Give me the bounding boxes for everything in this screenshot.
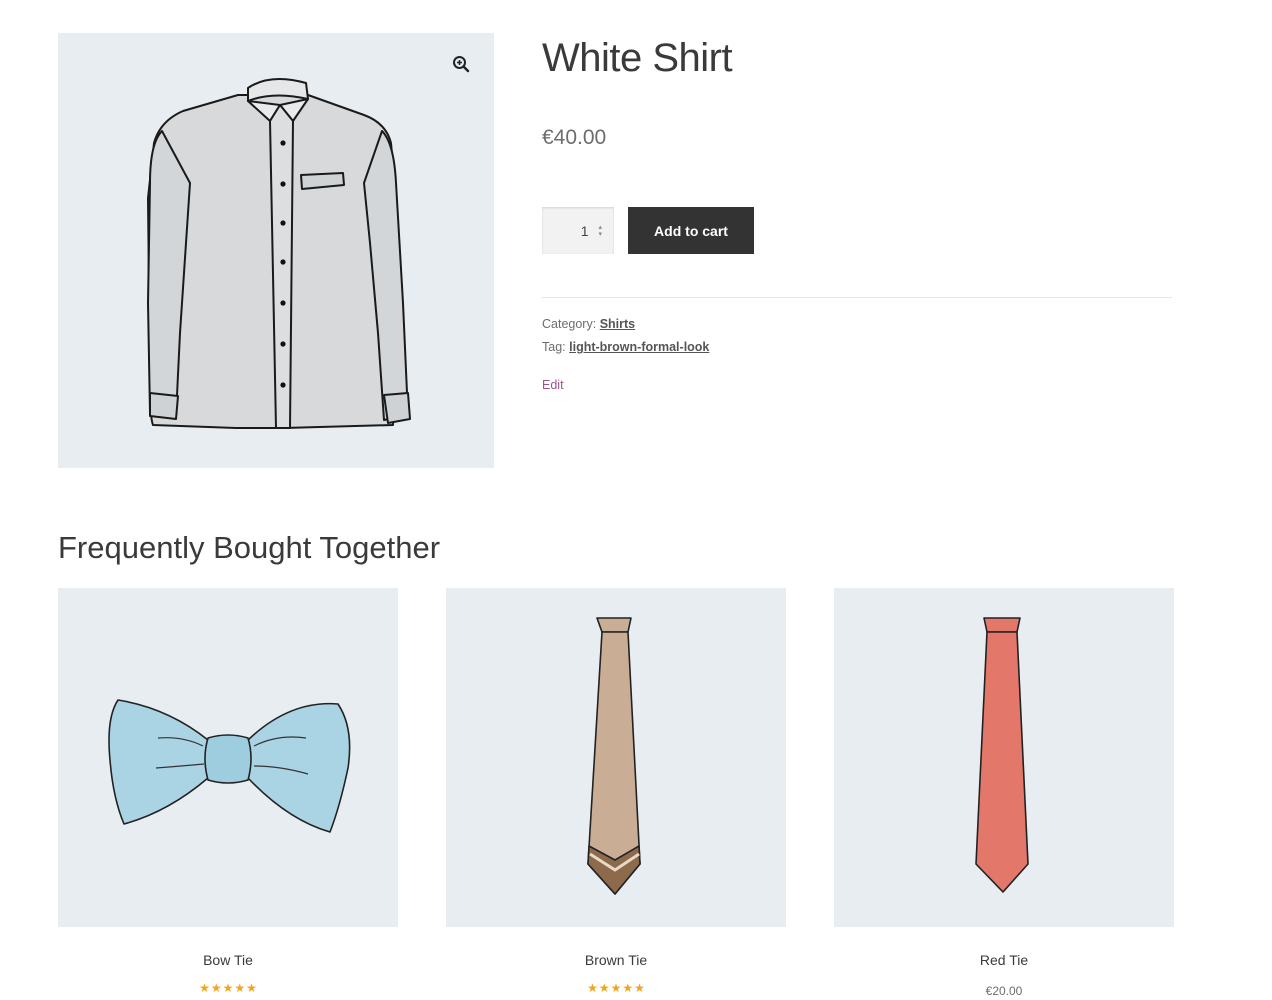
chevron-up-icon[interactable]: ▴ [598, 224, 602, 231]
magnifier-plus-icon [453, 56, 470, 73]
quantity-value: 1 [580, 222, 589, 239]
star-icon: ★ [234, 981, 246, 995]
star-icon: ★ [610, 981, 622, 995]
category-label: Category: [542, 317, 597, 331]
white-shirt-illustration [147, 78, 411, 429]
star-icon: ★ [634, 981, 645, 995]
edit-link[interactable]: Edit [542, 378, 564, 392]
star-icon: ★ [622, 981, 634, 995]
star-rating: ★ ★ ★ ★ ★ [58, 981, 398, 995]
tag-link[interactable]: light-brown-formal-look [569, 340, 709, 354]
category-link[interactable]: Shirts [600, 317, 635, 331]
product-tag: Tag: light-brown-formal-look [542, 340, 709, 354]
related-product-image[interactable] [446, 588, 786, 927]
product-category: Category: Shirts [542, 317, 635, 331]
related-product-image[interactable] [58, 588, 398, 927]
star-icon: ★ [246, 981, 257, 995]
chevron-down-icon[interactable]: ▾ [598, 231, 602, 238]
brown-tie-illustration [587, 617, 641, 895]
red-tie-illustration [975, 617, 1029, 893]
star-icon: ★ [210, 981, 222, 995]
star-icon: ★ [598, 981, 610, 995]
product-image[interactable] [58, 33, 494, 468]
product-price: €40.00 [542, 126, 607, 149]
quantity-stepper[interactable]: 1 ▴ ▾ [542, 207, 614, 254]
zoom-button[interactable] [440, 43, 482, 85]
star-icon: ★ [587, 981, 598, 995]
quantity-spinner[interactable]: ▴ ▾ [598, 224, 602, 238]
related-product-price: €20.00 [985, 984, 1023, 998]
star-icon: ★ [222, 981, 234, 995]
related-product-name[interactable]: Bow Tie [58, 952, 398, 968]
star-rating: ★ ★ ★ ★ ★ [446, 981, 786, 995]
related-product-image[interactable] [834, 588, 1174, 927]
product-title: White Shirt [542, 36, 733, 80]
related-product-name[interactable]: Red Tie [834, 952, 1174, 968]
product-page: White Shirt €40.00 1 ▴ ▾ Add to cart Cat… [0, 0, 1272, 1000]
star-icon: ★ [199, 981, 210, 995]
bow-tie-illustration [108, 699, 351, 833]
section-title: Frequently Bought Together [58, 530, 441, 565]
related-product-name[interactable]: Brown Tie [446, 952, 786, 968]
divider [542, 297, 1172, 298]
add-to-cart-button[interactable]: Add to cart [628, 207, 754, 254]
tag-label: Tag: [542, 340, 566, 354]
